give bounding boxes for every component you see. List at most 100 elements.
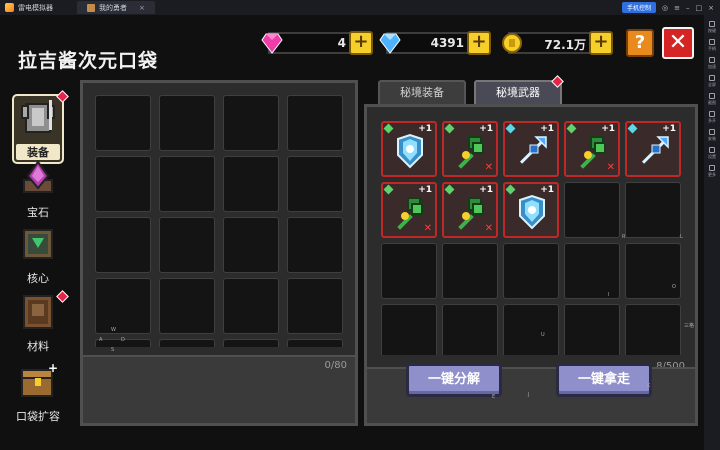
bag-slot[interactable] xyxy=(223,156,279,212)
weapon-slot[interactable]: +1 xyxy=(503,182,559,238)
side-tool[interactable]: 设置 xyxy=(704,147,720,160)
take-all-button[interactable]: 一键拿走 xyxy=(556,363,652,397)
weapon-slot-empty[interactable] xyxy=(381,243,437,299)
add-gold-button[interactable]: + xyxy=(589,31,613,55)
maximize-icon[interactable]: □ xyxy=(696,4,703,12)
bag-slot[interactable] xyxy=(95,217,151,273)
bag-slot[interactable] xyxy=(95,156,151,212)
core-icon xyxy=(23,229,53,259)
gold-counter: 72.1万 + xyxy=(502,31,613,55)
gamepad-icon[interactable]: ◎ xyxy=(662,4,668,12)
bag-slot[interactable] xyxy=(287,95,343,151)
side-tool-icon xyxy=(709,75,715,81)
weapon-slot[interactable]: +1 ✕ xyxy=(381,182,437,238)
weapon-slot-empty[interactable] xyxy=(564,304,620,355)
side-tool[interactable]: 多开 xyxy=(704,111,720,124)
side-tool-icon xyxy=(709,57,715,63)
bag-slot[interactable] xyxy=(159,95,215,151)
decompose-all-button[interactable]: 一键分解 xyxy=(406,363,502,397)
pink-gem-value: 4 xyxy=(337,36,346,50)
nav-item-equipment[interactable]: 装备 xyxy=(12,90,69,164)
side-tool-label: 截图 xyxy=(708,100,716,105)
armor-icon xyxy=(21,100,55,133)
bag-slot[interactable] xyxy=(159,339,215,347)
bag-slot[interactable] xyxy=(287,339,343,347)
weapon-slot-empty[interactable] xyxy=(625,304,681,355)
side-tool[interactable]: 截图 xyxy=(704,93,720,106)
menu-icon[interactable]: ≡ xyxy=(674,4,680,12)
weapon-slot[interactable]: +1 ✕ xyxy=(442,182,498,238)
bag-slot[interactable] xyxy=(223,217,279,273)
bag-slot[interactable] xyxy=(223,339,279,347)
cannot-equip-icon: ✕ xyxy=(484,223,493,234)
game-thumb-icon xyxy=(87,3,95,12)
help-button[interactable]: ? xyxy=(626,29,654,57)
key-hint-o: O xyxy=(672,284,676,290)
bag-footer xyxy=(83,355,355,423)
side-tool[interactable]: 加速 xyxy=(704,57,720,70)
side-tool[interactable]: 更多 xyxy=(704,165,720,178)
bag-slot[interactable] xyxy=(223,95,279,151)
bag-slot[interactable] xyxy=(95,278,151,334)
nav-item-core[interactable]: 核心 xyxy=(12,224,64,286)
bag-slot[interactable] xyxy=(287,156,343,212)
key-hint-d: D xyxy=(121,337,125,343)
weapon-slot-empty[interactable] xyxy=(564,243,620,299)
gold-coin-icon xyxy=(502,33,522,53)
weapon-slot-empty[interactable] xyxy=(381,304,437,355)
weapon-slot[interactable]: +1 xyxy=(503,121,559,177)
emulator-app-tab[interactable]: 我的勇者 × xyxy=(77,1,155,14)
weapon-slot-empty[interactable] xyxy=(503,304,559,355)
bag-slot[interactable] xyxy=(223,278,279,334)
weapon-image xyxy=(512,131,552,175)
emulator-topbar: 雷电模拟器 我的勇者 × 手机控制 ◎ ≡ – □ × xyxy=(0,0,720,15)
window-close-icon[interactable]: × xyxy=(708,4,714,12)
add-pink-gem-button[interactable]: + xyxy=(349,31,373,55)
weapon-slot-empty[interactable] xyxy=(625,243,681,299)
phone-control-button[interactable]: 手机控制 xyxy=(622,2,657,13)
weapon-slot[interactable]: +1 xyxy=(625,121,681,177)
nav-item-expand[interactable]: + 口袋扩容 xyxy=(12,361,64,424)
weapon-slot[interactable]: +1 ✕ xyxy=(442,121,498,177)
side-tool[interactable]: 安装 xyxy=(704,129,720,142)
weapon-slot[interactable]: +1 ✕ xyxy=(564,121,620,177)
weapon-slot-empty[interactable] xyxy=(503,243,559,299)
weapon-slot-empty[interactable] xyxy=(625,182,681,238)
side-tool-icon xyxy=(709,111,715,117)
emulator-side-toolbar: 按键手柄加速全屏截图多开安装设置更多 xyxy=(704,15,720,450)
weapon-slot-empty[interactable] xyxy=(442,243,498,299)
bag-slot[interactable] xyxy=(287,278,343,334)
emulator-tab-title: 我的勇者 xyxy=(99,3,127,12)
nav-item-materials[interactable]: 材料 xyxy=(12,290,69,354)
emulator-window-controls: 手机控制 ◎ ≡ – □ × xyxy=(622,2,720,13)
weapon-slot[interactable]: +1 xyxy=(381,121,437,177)
side-tool-icon xyxy=(709,129,715,135)
side-tool-label: 更多 xyxy=(708,172,716,177)
minimize-icon[interactable]: – xyxy=(686,4,690,12)
key-hint-j: J xyxy=(528,392,530,398)
key-hint-r: R xyxy=(622,234,626,240)
side-tool-icon xyxy=(709,39,715,45)
ice-spear-icon xyxy=(641,136,669,164)
add-diamond-button[interactable]: + xyxy=(467,31,491,55)
nav-item-gems[interactable]: 宝石 xyxy=(12,158,64,220)
tab-close-icon[interactable]: × xyxy=(139,4,145,12)
weapon-slot-empty[interactable] xyxy=(564,182,620,238)
bag-slot[interactable] xyxy=(287,217,343,273)
close-button[interactable]: ✕ xyxy=(662,27,694,59)
ice-shield-icon xyxy=(397,133,423,169)
diamond-icon xyxy=(379,33,401,54)
bag-slot[interactable] xyxy=(159,217,215,273)
bag-grid xyxy=(91,91,348,347)
weapon-image xyxy=(512,192,552,236)
tab-secret-weapons[interactable]: 秘境武器 xyxy=(474,80,562,104)
side-tool-label: 多开 xyxy=(708,118,716,123)
bag-slot[interactable] xyxy=(95,95,151,151)
side-tool[interactable]: 手柄 xyxy=(704,39,720,52)
bag-slot[interactable] xyxy=(159,278,215,334)
tab-secret-equipment[interactable]: 秘境装备 xyxy=(378,80,466,104)
weapon-slot-empty[interactable] xyxy=(442,304,498,355)
side-tool[interactable]: 全屏 xyxy=(704,75,720,88)
bag-slot[interactable] xyxy=(159,156,215,212)
side-tool[interactable]: 按键 xyxy=(704,21,720,34)
